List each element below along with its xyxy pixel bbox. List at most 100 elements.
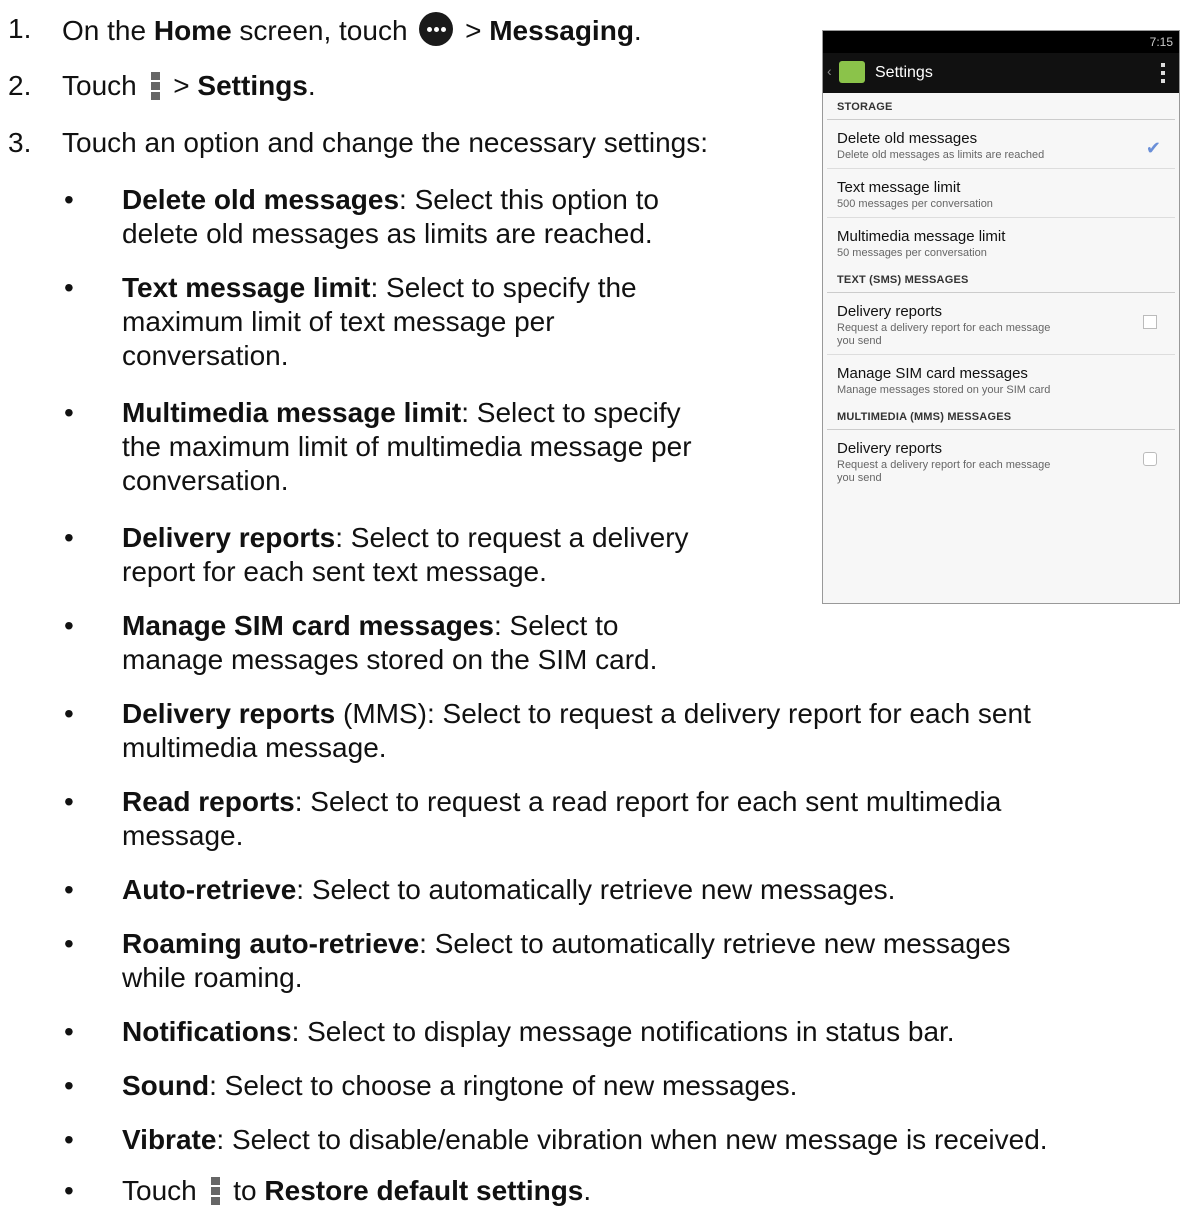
bullet-desc: (MMS): Select to request a delivery repo…: [335, 698, 1031, 729]
setting-title: Delivery reports: [837, 303, 943, 320]
bullet-dot: •: [64, 786, 74, 817]
bullet-desc: Touch: [122, 1175, 205, 1206]
overflow-menu-icon: [210, 1177, 220, 1205]
bullet-text-message-limit: Text message limit: Select to specify th…: [122, 271, 637, 373]
bullet-desc: maximum limit of text message per: [122, 306, 555, 337]
bullet-dot: •: [64, 1175, 74, 1206]
bullet-desc: : Select to: [493, 610, 619, 641]
bullet-term: Delivery reports: [122, 522, 336, 553]
apps-grid-icon: [419, 12, 454, 46]
checkbox-unchecked[interactable]: [1143, 452, 1157, 466]
bullet-desc: : Select to display message notification…: [291, 1016, 955, 1047]
messaging-label: Messaging: [489, 15, 634, 46]
status-time: 7:15: [1149, 35, 1173, 49]
bullet-term: Vibrate: [122, 1124, 217, 1155]
step-2-text: Touch > Settings.: [62, 69, 316, 103]
phone-screenshot: 7:15 ‹ Settings STORAGE Delete old messa…: [822, 30, 1180, 604]
setting-summary: Request a delivery report for each messa…: [837, 322, 1051, 347]
bullet-dot: •: [64, 397, 74, 428]
bullet-dot: •: [64, 1016, 74, 1047]
bullet-auto-retrieve: Auto-retrieve: Select to automatically r…: [122, 873, 895, 907]
step-text: >: [165, 70, 198, 101]
step-number: 1.: [8, 13, 32, 44]
bullet-term: Restore default settings: [264, 1175, 584, 1206]
messaging-app-icon: [839, 61, 865, 83]
setting-summary: 50 messages per conversation: [837, 247, 987, 259]
setting-manage-sim-card[interactable]: Manage SIM card messages Manage messages…: [827, 355, 1175, 403]
setting-delivery-reports-sms[interactable]: Delivery reports Request a delivery repo…: [827, 293, 1175, 355]
step-text: .: [307, 70, 316, 101]
bullet-sound: Sound: Select to choose a ringtone of ne…: [122, 1069, 797, 1103]
home-label: Home: [153, 15, 232, 46]
bullet-dot: •: [64, 184, 74, 215]
step-1-text: On the Home screen, touch > Messaging.: [62, 12, 642, 48]
bullet-roaming-auto-retrieve: Roaming auto-retrieve: Select to automat…: [122, 927, 1011, 995]
bullet-dot: •: [64, 928, 74, 959]
step-3-text: Touch an option and change the necessary…: [62, 127, 708, 158]
bullet-desc: conversation.: [122, 340, 289, 371]
bullet-manage-sim-card: Manage SIM card messages: Select to mana…: [122, 609, 657, 677]
bullet-dot: •: [64, 874, 74, 905]
step-text: screen, touch: [231, 15, 416, 46]
bullet-desc: : Select to request a read report for ea…: [294, 786, 1002, 817]
bullet-notifications: Notifications: Select to display message…: [122, 1015, 955, 1049]
bullet-desc: conversation.: [122, 465, 289, 496]
bullet-term: Notifications: [122, 1016, 292, 1047]
settings-label: Settings: [197, 70, 308, 101]
setting-summary: Delete old messages as limits are reache…: [837, 149, 1045, 161]
back-icon[interactable]: ‹: [827, 63, 832, 79]
section-header-mms: MULTIMEDIA (MMS) MESSAGES: [827, 403, 1175, 430]
bullet-restore-defaults: Touch to Restore default settings.: [122, 1174, 591, 1208]
step-text: On the: [62, 15, 154, 46]
bullet-desc: delete old messages as limits are reache…: [122, 218, 653, 249]
bullet-delivery-reports-sms: Delivery reports: Select to request a de…: [122, 521, 689, 589]
step-number: 2.: [8, 70, 32, 101]
bullet-desc: multimedia message.: [122, 732, 387, 763]
bullet-dot: •: [64, 1070, 74, 1101]
checkbox-checked-icon[interactable]: ✔: [1146, 138, 1161, 159]
bullet-term: Text message limit: [122, 272, 371, 303]
action-bar: ‹ Settings: [823, 53, 1179, 93]
setting-title: Delete old messages: [837, 130, 978, 147]
bullet-dot: •: [64, 522, 74, 553]
bullet-desc: : Select to specify: [461, 397, 681, 428]
bullet-desc: : Select to disable/enable vibration whe…: [216, 1124, 1048, 1155]
setting-text-message-limit[interactable]: Text message limit 500 messages per conv…: [827, 169, 1175, 218]
overflow-menu-icon[interactable]: [1161, 63, 1165, 83]
setting-delivery-reports-mms[interactable]: Delivery reports Request a delivery repo…: [827, 430, 1175, 491]
status-bar: 7:15: [823, 31, 1179, 53]
bullet-desc: message.: [122, 820, 244, 851]
bullet-dot: •: [64, 610, 74, 641]
section-header-sms: TEXT (SMS) MESSAGES: [827, 266, 1175, 293]
checkbox-unchecked[interactable]: [1143, 315, 1157, 329]
bullet-desc: : Select to automatically retrieve new m…: [296, 874, 896, 905]
bullet-desc: : Select this option to: [399, 184, 659, 215]
setting-summary: Request a delivery report for each messa…: [837, 459, 1051, 484]
setting-delete-old-messages[interactable]: Delete old messages Delete old messages …: [827, 120, 1175, 169]
bullet-delete-old-messages: Delete old messages: Select this option …: [122, 183, 659, 251]
bullet-desc: .: [583, 1175, 592, 1206]
bullet-term: Delivery reports: [122, 698, 336, 729]
section-header-storage: STORAGE: [827, 93, 1175, 120]
bullet-delivery-reports-mms: Delivery reports (MMS): Select to reques…: [122, 697, 1031, 765]
action-bar-title: Settings: [875, 64, 933, 81]
setting-title: Text message limit: [837, 179, 961, 196]
bullet-desc: to: [225, 1175, 265, 1206]
bullet-dot: •: [64, 272, 74, 303]
setting-summary: 500 messages per conversation: [837, 198, 993, 210]
step-text: .: [633, 15, 642, 46]
bullet-term: Roaming auto-retrieve: [122, 928, 420, 959]
bullet-desc: : Select to choose a ringtone of new mes…: [209, 1070, 798, 1101]
step-text: >: [457, 15, 490, 46]
setting-multimedia-message-limit[interactable]: Multimedia message limit 50 messages per…: [827, 218, 1175, 266]
bullet-term: Sound: [122, 1070, 210, 1101]
bullet-term: Delete old messages: [122, 184, 400, 215]
overflow-menu-icon: [150, 72, 160, 100]
bullet-desc: : Select to request a delivery: [335, 522, 689, 553]
bullet-dot: •: [64, 698, 74, 729]
setting-title: Delivery reports: [837, 440, 943, 457]
bullet-read-reports: Read reports: Select to request a read r…: [122, 785, 1001, 853]
step-number: 3.: [8, 127, 32, 158]
bullet-term: Manage SIM card messages: [122, 610, 494, 641]
bullet-multimedia-message-limit: Multimedia message limit: Select to spec…: [122, 396, 692, 498]
